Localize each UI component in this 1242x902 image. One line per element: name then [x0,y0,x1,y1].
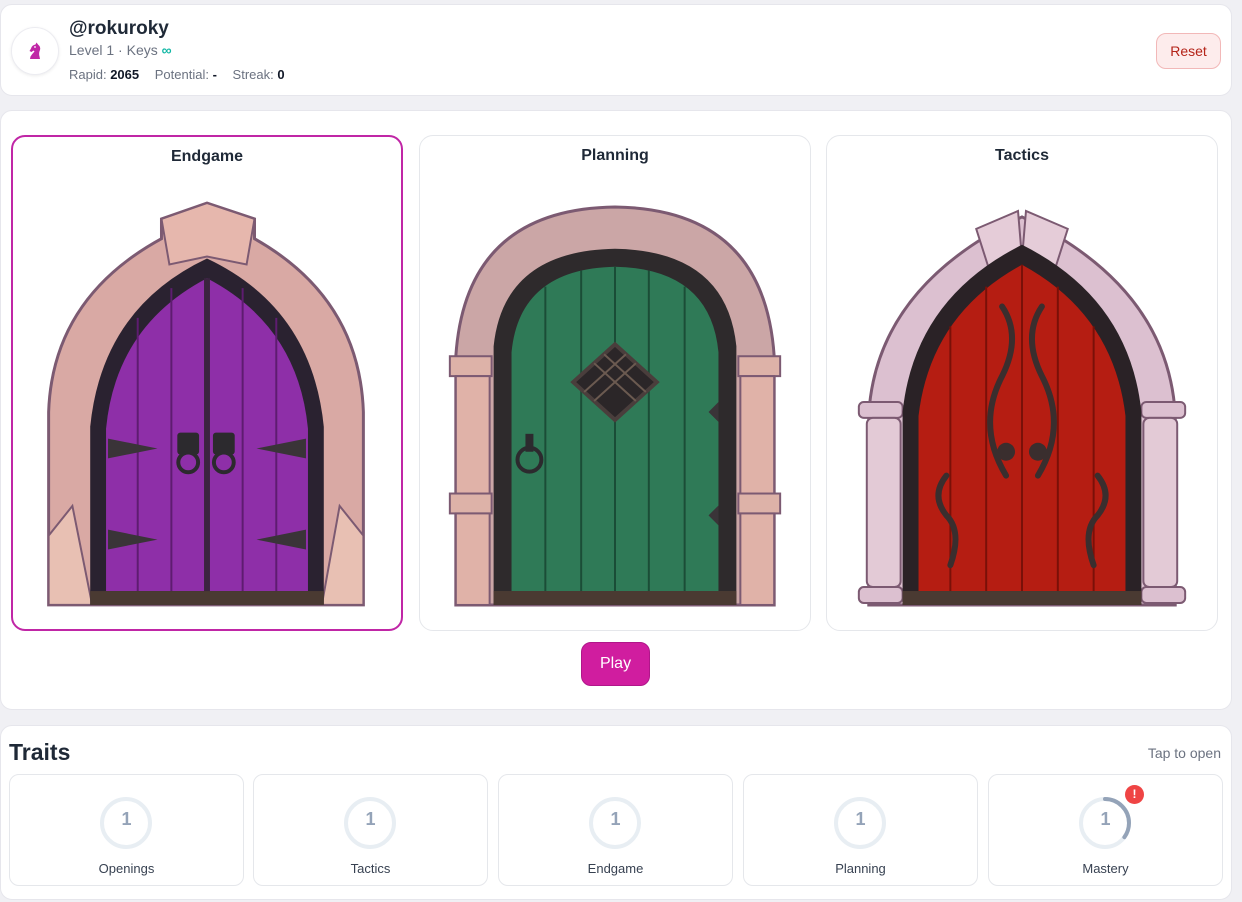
trait-card-endgame[interactable]: 1 Endgame [498,774,733,886]
keys-label: Keys [126,42,158,58]
door-card-tactics[interactable]: Tactics [826,135,1218,631]
traits-title: Traits [9,739,71,765]
door-selector: Endgame Planning Tactics Play [0,110,1232,710]
potential-value: - [212,67,217,82]
username: @rokuroky [69,18,169,39]
profile-header: @rokuroky Level 1 · Keys ∞ Rapid: 2065 P… [0,4,1232,96]
traits-panel: Traits Tap to open 1 Openings 1 Tactics … [0,725,1232,900]
rapid-value: 2065 [110,67,140,82]
streak-value: 0 [277,67,285,82]
rapid-label: Rapid: [69,67,107,82]
trait-label: Mastery [1082,861,1129,876]
trait-label: Openings [98,861,155,876]
knight-icon [29,42,41,59]
trait-label: Endgame [587,861,644,876]
trait-value: 1 [855,809,866,829]
trait-value: 1 [121,809,132,829]
potential-label: Potential: [154,67,209,82]
alert-badge: ! [1125,785,1144,804]
play-button[interactable]: Play [581,642,650,686]
level-text: Level 1 [69,42,115,58]
tap-to-open-hint: Tap to open [1147,745,1221,761]
rating-stats: Rapid: 2065 Potential: - Streak: 0 [69,67,297,82]
trait-value: 1 [1100,809,1111,829]
red-door-icon [857,209,1187,607]
door-card-endgame[interactable]: Endgame [11,135,403,631]
door-title-tactics: Tactics [995,147,1049,164]
door-card-planning[interactable]: Planning [419,135,811,631]
trait-card-tactics[interactable]: 1 Tactics [253,774,488,886]
level-keys: Level 1 · Keys ∞ [69,42,172,58]
trait-value: 1 [610,809,621,829]
reset-button[interactable]: Reset [1156,33,1221,69]
keys-value: ∞ [161,42,172,58]
streak-label: Streak: [232,67,274,82]
avatar[interactable] [11,27,59,75]
trait-label: Tactics [350,861,391,876]
green-door-icon [448,205,782,607]
trait-label: Planning [835,861,886,876]
trait-card-mastery[interactable]: ! 1 Mastery [988,774,1223,886]
trait-value: 1 [365,809,376,829]
trait-card-openings[interactable]: 1 Openings [9,774,244,886]
trait-card-planning[interactable]: 1 Planning [743,774,978,886]
purple-door-icon [47,201,365,607]
door-title-planning: Planning [581,147,649,164]
door-title-endgame: Endgame [170,148,243,165]
